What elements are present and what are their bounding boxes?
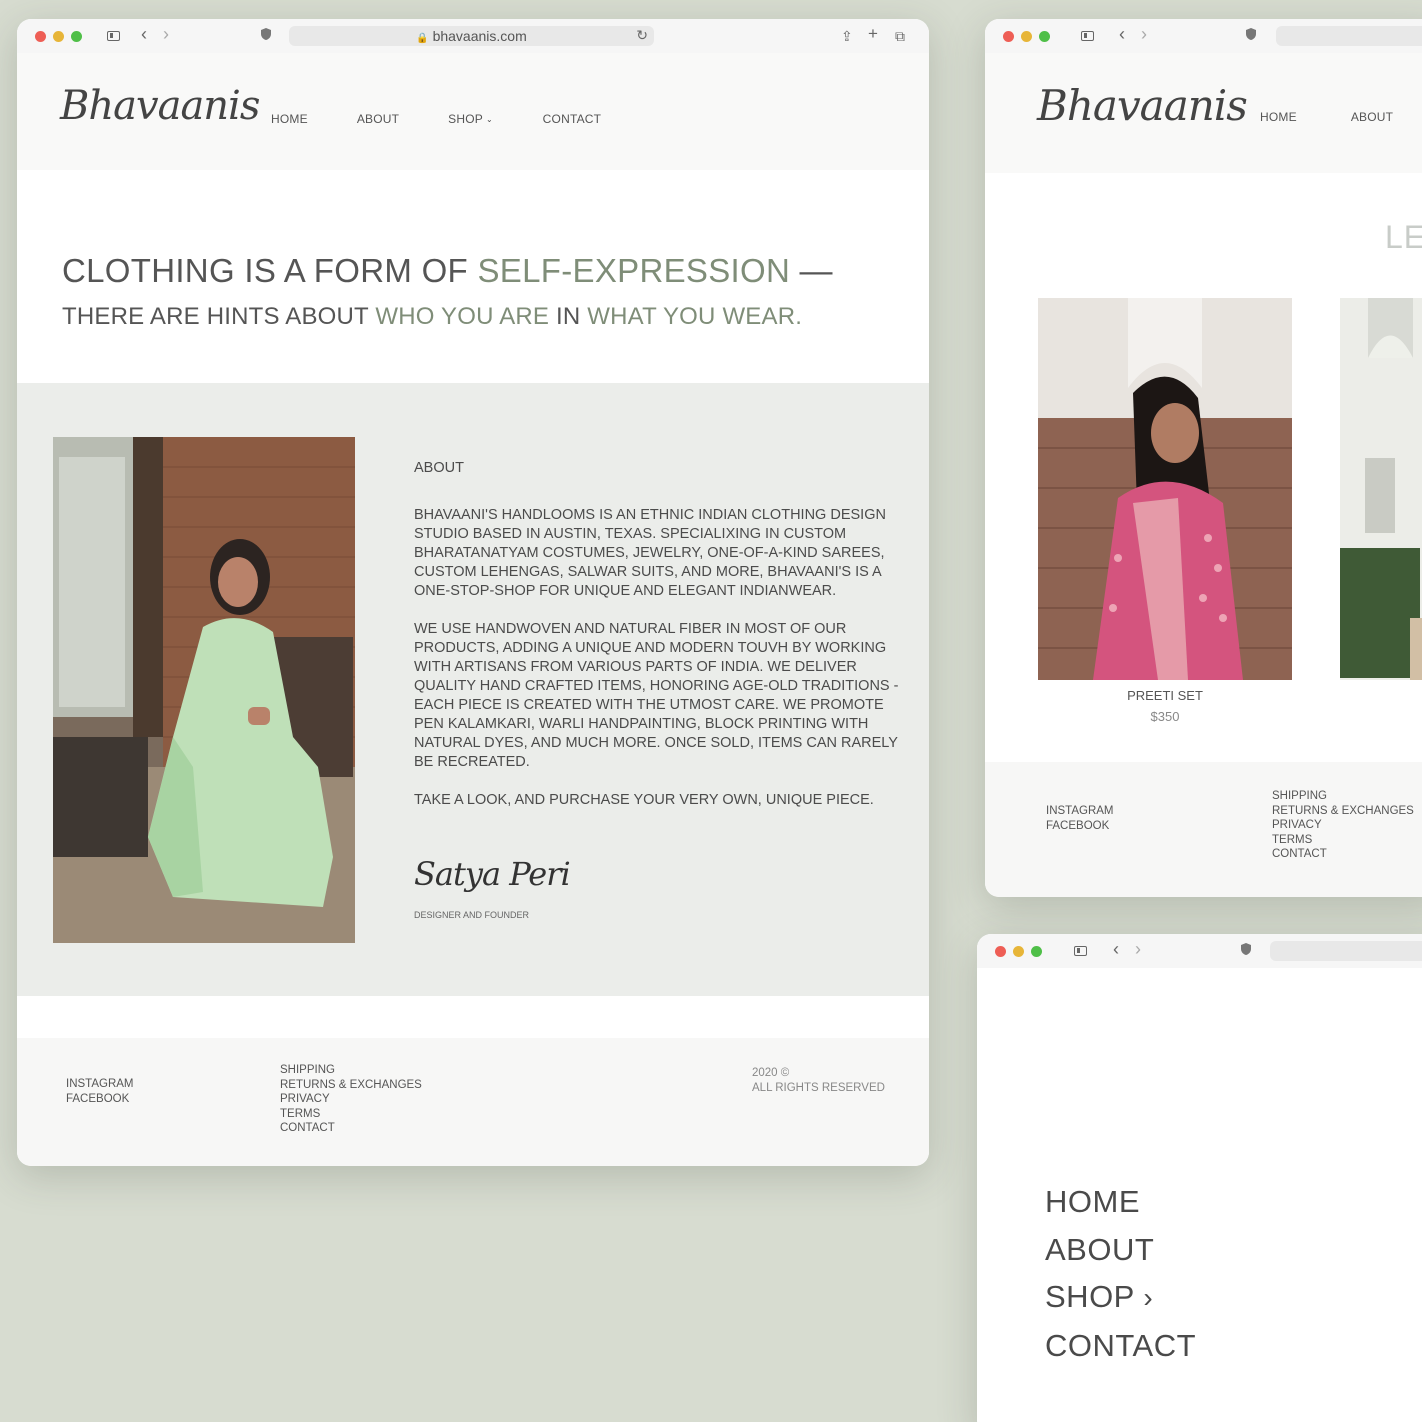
product-image-second[interactable]: [1340, 298, 1422, 680]
product-name[interactable]: PREETI SET: [1038, 688, 1292, 703]
about-heading: ABOUT: [414, 460, 464, 476]
menu-item-shop[interactable]: SHOP ›: [1045, 1273, 1196, 1322]
site-footer: INSTAGRAM FACEBOOK SHIPPING RETURNS & EX…: [985, 762, 1422, 897]
footer-link-terms[interactable]: TERMS: [1272, 833, 1414, 848]
product-grid-section: LE PREETI SET $350: [985, 174, 1422, 762]
privacy-shield-icon[interactable]: [1240, 942, 1252, 960]
hero-section: CLOTHING IS A FORM OF SELF-EXPRESSION — …: [17, 170, 929, 383]
site-footer: INSTAGRAM FACEBOOK SHIPPING RETURNS & EX…: [17, 1038, 929, 1166]
close-window-button[interactable]: [995, 946, 1006, 957]
site-header: Bhavaanis HOME ABOUT: [985, 53, 1422, 173]
footer-link-returns[interactable]: RETURNS & EXCHANGES: [280, 1078, 422, 1093]
site-header: Bhavaanis HOME ABOUT SHOP ⌄ CONTACT: [17, 53, 929, 170]
copyright-notice: ALL RIGHTS RESERVED: [752, 1081, 885, 1094]
about-paragraph-2: WE USE HANDWOVEN AND NATURAL FIBER IN MO…: [414, 621, 899, 770]
footer-link-shipping[interactable]: SHIPPING: [280, 1063, 422, 1078]
footer-link-facebook[interactable]: FACEBOOK: [1046, 819, 1114, 834]
minimize-window-button[interactable]: [1013, 946, 1024, 957]
about-section: ABOUT BHAVAANI'S HANDLOOMS IS AN ETHNIC …: [17, 383, 929, 996]
back-icon[interactable]: ‹: [1113, 940, 1119, 958]
about-page-window: ‹ › 🔒 bhavaanis.com ↻ ⇪ + ⧉ Bhavaanis HO…: [17, 19, 929, 1166]
about-copy: ABOUT BHAVAANI'S HANDLOOMS IS AN ETHNIC …: [414, 459, 899, 829]
fullscreen-menu: HOME ABOUT SHOP › CONTACT: [1045, 1178, 1196, 1369]
section-spacer: [17, 996, 929, 1038]
sidebar-toggle-icon[interactable]: [1081, 31, 1094, 41]
nav-about[interactable]: ABOUT: [1351, 110, 1393, 124]
nav-contact[interactable]: CONTACT: [543, 112, 602, 126]
menu-item-about[interactable]: ABOUT: [1045, 1226, 1196, 1274]
share-icon[interactable]: ⇪: [841, 27, 853, 45]
product-image-preeti-set[interactable]: [1038, 298, 1292, 680]
footer-link-contact[interactable]: CONTACT: [280, 1121, 422, 1136]
footer-link-instagram[interactable]: INSTAGRAM: [66, 1077, 134, 1092]
brand-logo[interactable]: Bhavaanis: [1037, 81, 1248, 130]
about-paragraph-3: TAKE A LOOK, AND PURCHASE YOUR VERY OWN,…: [414, 792, 874, 808]
back-icon[interactable]: ‹: [1119, 25, 1125, 43]
zoom-window-button[interactable]: [1031, 946, 1042, 957]
address-bar[interactable]: [1270, 941, 1422, 961]
menu-page-window: ‹ › HOME ABOUT SHOP › CONTACT: [977, 934, 1422, 1422]
main-nav: HOME ABOUT SHOP ⌄ CONTACT: [271, 112, 601, 126]
address-bar[interactable]: 🔒 bhavaanis.com ↻: [289, 26, 654, 46]
forward-icon[interactable]: ›: [1135, 940, 1141, 958]
footer-link-terms[interactable]: TERMS: [280, 1107, 422, 1122]
browser-toolbar: ‹ › 🔒 bhavaanis.com ↻ ⇪ + ⧉: [17, 19, 929, 53]
browser-toolbar: ‹ ›: [985, 19, 1422, 53]
close-window-button[interactable]: [1003, 31, 1014, 42]
tabs-overview-icon[interactable]: ⧉: [895, 27, 905, 45]
privacy-shield-icon[interactable]: [260, 27, 272, 45]
chevron-right-icon: ›: [1143, 1282, 1154, 1313]
footer-link-instagram[interactable]: INSTAGRAM: [1046, 804, 1114, 819]
shop-page-window: ‹ › Bhavaanis HOME ABOUT LE PREETI SET $…: [985, 19, 1422, 897]
footer-link-privacy[interactable]: PRIVACY: [1272, 818, 1414, 833]
forward-icon[interactable]: ›: [163, 25, 169, 43]
menu-item-contact[interactable]: CONTACT: [1045, 1322, 1196, 1370]
brand-logo[interactable]: Bhavaanis: [60, 83, 260, 129]
product-price: $350: [1150, 709, 1180, 724]
menu-overlay: HOME ABOUT SHOP › CONTACT: [977, 968, 1422, 1422]
nav-shop[interactable]: SHOP: [448, 112, 483, 126]
footer-policies: SHIPPING RETURNS & EXCHANGES PRIVACY TER…: [1272, 789, 1414, 862]
menu-item-shop-label: SHOP: [1045, 1279, 1135, 1314]
copyright-year: 2020 ©: [752, 1067, 790, 1079]
footer-link-contact[interactable]: CONTACT: [1272, 847, 1414, 862]
url-text: bhavaanis.com: [432, 28, 527, 44]
sidebar-toggle-icon[interactable]: [1074, 946, 1087, 956]
footer-copyright: 2020 © ALL RIGHTS RESERVED: [752, 1066, 885, 1095]
lock-icon: 🔒: [416, 33, 429, 44]
browser-toolbar: ‹ ›: [977, 934, 1422, 968]
menu-item-home[interactable]: HOME: [1045, 1178, 1196, 1226]
minimize-window-button[interactable]: [1021, 31, 1032, 42]
reload-icon[interactable]: ↻: [636, 26, 648, 44]
about-paragraph-1: BHAVAANI'S HANDLOOMS IS AN ETHNIC INDIAN…: [414, 507, 886, 599]
close-window-button[interactable]: [35, 31, 46, 42]
footer-social: INSTAGRAM FACEBOOK: [66, 1077, 134, 1106]
nav-about[interactable]: ABOUT: [357, 112, 399, 126]
founder-signature: Satya Peri: [414, 855, 571, 893]
founder-role: DESIGNER AND FOUNDER: [414, 910, 530, 920]
section-title-partial: LE: [1385, 219, 1422, 255]
footer-policies: SHIPPING RETURNS & EXCHANGES PRIVACY TER…: [280, 1063, 422, 1136]
zoom-window-button[interactable]: [1039, 31, 1050, 42]
footer-link-facebook[interactable]: FACEBOOK: [66, 1092, 134, 1107]
sidebar-toggle-icon[interactable]: [107, 31, 120, 41]
zoom-window-button[interactable]: [71, 31, 82, 42]
chevron-down-icon[interactable]: ⌄: [486, 115, 493, 124]
hero-headline: CLOTHING IS A FORM OF SELF-EXPRESSION —: [62, 252, 833, 289]
footer-link-shipping[interactable]: SHIPPING: [1272, 789, 1414, 804]
footer-social: INSTAGRAM FACEBOOK: [1046, 804, 1114, 833]
forward-icon[interactable]: ›: [1141, 25, 1147, 43]
hero-subheadline: THERE ARE HINTS ABOUT WHO YOU ARE IN WHA…: [62, 303, 803, 330]
main-nav: HOME ABOUT: [1260, 110, 1393, 124]
minimize-window-button[interactable]: [53, 31, 64, 42]
back-icon[interactable]: ‹: [141, 25, 147, 43]
address-bar[interactable]: [1276, 26, 1422, 46]
footer-link-privacy[interactable]: PRIVACY: [280, 1092, 422, 1107]
nav-home[interactable]: HOME: [271, 112, 308, 126]
privacy-shield-icon[interactable]: [1245, 27, 1257, 45]
nav-home[interactable]: HOME: [1260, 110, 1297, 124]
new-tab-icon[interactable]: +: [868, 25, 878, 43]
founder-photo: [53, 437, 355, 943]
footer-link-returns[interactable]: RETURNS & EXCHANGES: [1272, 804, 1414, 819]
